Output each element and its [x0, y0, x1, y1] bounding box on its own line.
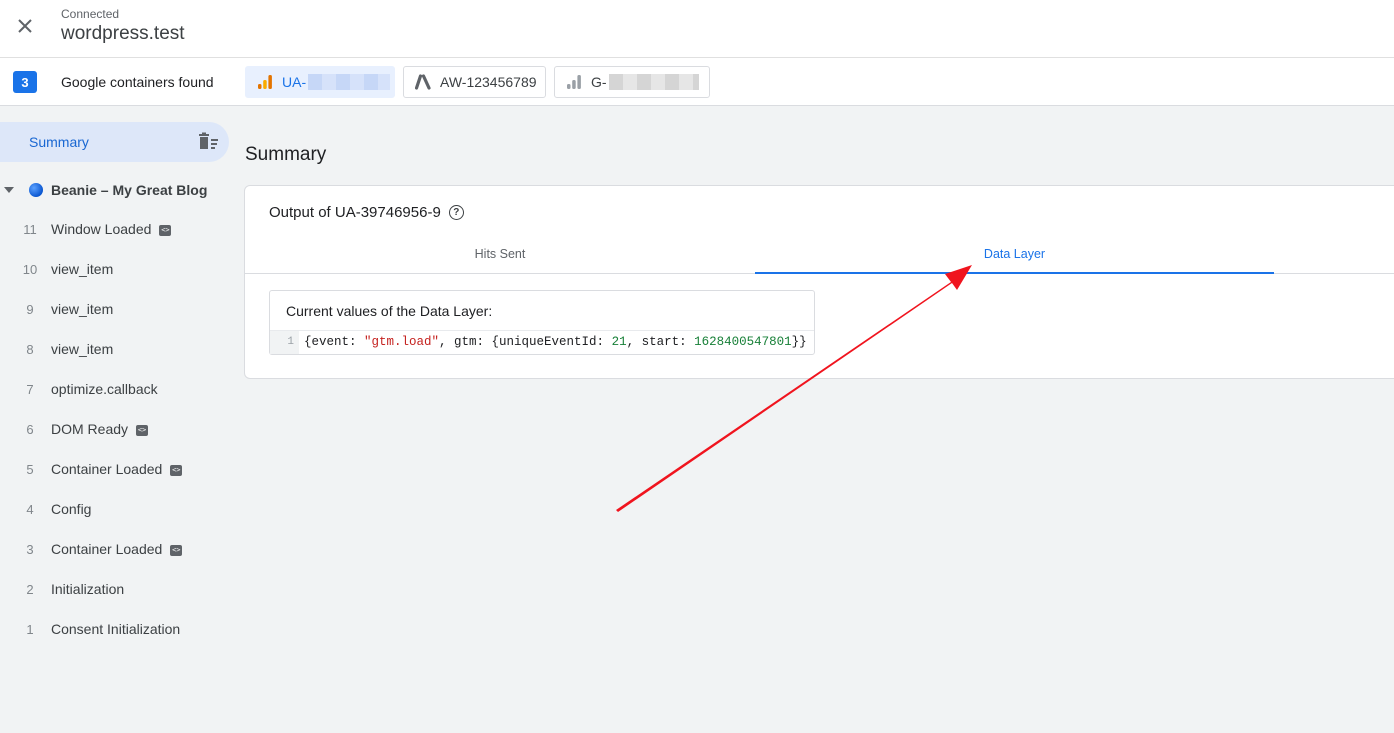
event-number: 2: [26, 582, 34, 597]
code-token: }}: [791, 335, 807, 349]
sidebar-event-item[interactable]: 1 Consent Initialization: [0, 617, 230, 643]
code-token: , gtm: {uniqueEventId:: [439, 335, 612, 349]
code-number: 21: [611, 335, 627, 349]
caret-down-icon[interactable]: [4, 187, 14, 193]
code-token: , start:: [626, 335, 695, 349]
event-label-wrap: Window Loaded <>: [51, 221, 172, 237]
code-token: {event:: [304, 335, 365, 349]
event-number: 11: [23, 222, 37, 237]
event-number: 8: [26, 342, 34, 357]
sidebar: Summary Beanie – My Great Blog 11 Window …: [0, 106, 230, 733]
page-title: Summary: [245, 144, 327, 165]
event-label: Container Loaded: [51, 541, 163, 557]
page-label: Beanie – My Great Blog: [51, 182, 208, 198]
event-label-wrap: Initialization: [51, 581, 124, 597]
event-label-wrap: DOM Ready <>: [51, 421, 149, 437]
help-icon[interactable]: ?: [448, 205, 464, 220]
clear-messages-icon[interactable]: [196, 132, 220, 152]
line-number: 1: [270, 331, 299, 354]
top-bar: Connected wordpress.test: [0, 0, 1394, 58]
tab-bar: Hits Sent Data Layer: [245, 238, 1394, 274]
event-label: Config: [51, 501, 92, 517]
connection-status: Connected: [61, 7, 120, 21]
event-label-wrap: view_item: [51, 301, 113, 317]
event-label: Container Loaded: [51, 461, 163, 477]
event-label: Consent Initialization: [51, 621, 181, 637]
event-label-wrap: Container Loaded <>: [51, 461, 183, 477]
code-string: "gtm.load": [364, 335, 440, 349]
event-number: 5: [26, 462, 34, 477]
event-number: 6: [26, 422, 34, 437]
event-number: 10: [22, 262, 38, 277]
google-ads-icon: [414, 73, 432, 91]
event-label-wrap: optimize.callback: [51, 381, 158, 397]
tab-hits-sent[interactable]: Hits Sent: [245, 238, 755, 274]
redacted-id: [608, 74, 699, 90]
analytics-icon: [256, 73, 274, 91]
container-id: G-: [591, 74, 607, 90]
redacted-id: [308, 74, 391, 90]
event-label: Initialization: [51, 581, 125, 597]
event-label: view_item: [51, 261, 114, 277]
sidebar-event-item[interactable]: 5 Container Loaded <>: [0, 457, 230, 483]
analytics-icon: [565, 73, 583, 91]
sidebar-item-label: Summary: [29, 134, 89, 150]
sidebar-event-item[interactable]: 2 Initialization: [0, 577, 230, 603]
container-chip-g[interactable]: G-: [554, 66, 710, 98]
sidebar-event-item[interactable]: 6 DOM Ready <>: [0, 417, 230, 443]
event-number: 1: [26, 622, 34, 637]
tab-data-layer[interactable]: Data Layer: [755, 238, 1274, 274]
event-label-wrap: view_item: [51, 341, 113, 357]
data-layer-panel: Current values of the Data Layer: 1 {eve…: [269, 290, 815, 355]
code-editor[interactable]: 1 {event: "gtm.load", gtm: {uniqueEventI…: [270, 330, 814, 354]
sidebar-item-summary[interactable]: Summary: [0, 122, 229, 162]
container-bar: 3 Google containers found UA- AW-1234567…: [0, 58, 1394, 106]
sidebar-event-item[interactable]: 10 view_item: [0, 257, 230, 283]
event-number: 7: [26, 382, 34, 397]
container-id: UA-: [282, 74, 307, 90]
code-icon: <>: [136, 424, 149, 436]
containers-found-label: Google containers found: [61, 74, 214, 90]
event-number: 9: [26, 302, 34, 317]
data-layer-header: Current values of the Data Layer:: [286, 303, 493, 319]
event-label-wrap: view_item: [51, 261, 113, 277]
code-icon: <>: [170, 464, 183, 476]
event-label-wrap: Config: [51, 501, 91, 517]
code-icon: <>: [159, 224, 172, 236]
event-label-wrap: Consent Initialization: [51, 621, 180, 637]
event-label: view_item: [51, 341, 114, 357]
event-number: 4: [26, 502, 34, 517]
container-chip-aw[interactable]: AW-123456789: [403, 66, 546, 98]
event-label: Window Loaded: [51, 221, 152, 237]
event-label-wrap: Container Loaded <>: [51, 541, 183, 557]
sidebar-event-item[interactable]: 7 optimize.callback: [0, 377, 230, 403]
sidebar-event-item[interactable]: 8 view_item: [0, 337, 230, 363]
code-number: 1628400547801: [694, 335, 792, 349]
sidebar-event-item[interactable]: 3 Container Loaded <>: [0, 537, 230, 563]
container-id: AW-123456789: [440, 74, 537, 90]
sidebar-page-item[interactable]: Beanie – My Great Blog: [0, 180, 230, 202]
event-number: 3: [26, 542, 34, 557]
close-button[interactable]: [12, 13, 38, 39]
code-icon: <>: [170, 544, 183, 556]
card-title-text: Output of UA-39746956-9: [269, 204, 441, 221]
sidebar-event-item[interactable]: 11 Window Loaded <>: [0, 217, 230, 243]
container-chip-ua[interactable]: UA-: [245, 66, 395, 98]
card-title: Output of UA-39746956-9 ?: [269, 204, 464, 221]
close-icon: [18, 19, 32, 33]
sidebar-event-item[interactable]: 9 view_item: [0, 297, 230, 323]
sidebar-event-item[interactable]: 4 Config: [0, 497, 230, 523]
code-line: {event: "gtm.load", gtm: {uniqueEventId:…: [304, 335, 807, 349]
page-dot-icon: [29, 183, 43, 197]
container-count-badge: 3: [13, 71, 37, 93]
event-label: optimize.callback: [51, 381, 158, 397]
output-card: Output of UA-39746956-9 ? Hits Sent Data…: [244, 185, 1394, 379]
site-name: wordpress.test: [61, 23, 185, 44]
event-label: view_item: [51, 301, 114, 317]
event-label: DOM Ready: [51, 421, 129, 437]
